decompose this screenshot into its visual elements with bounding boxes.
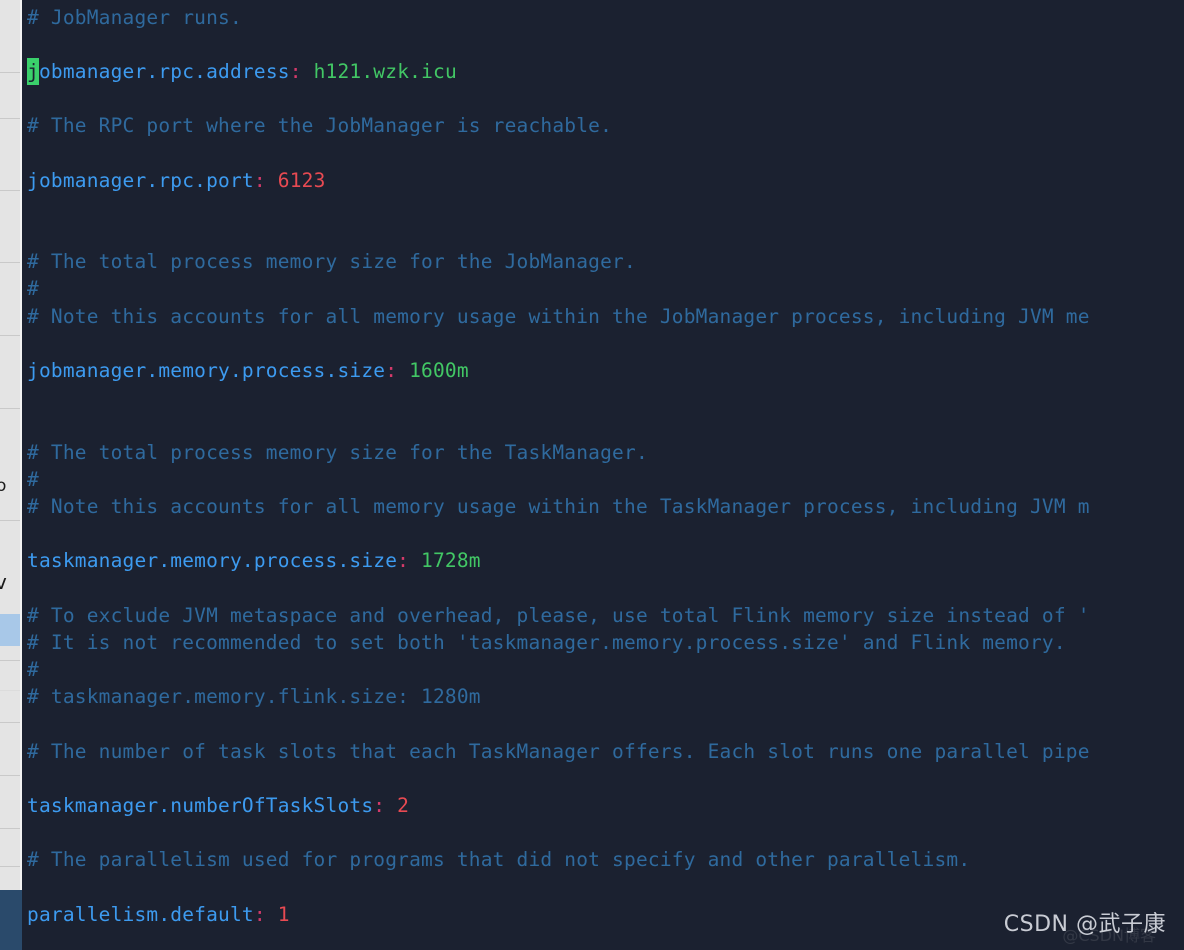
- code-line[interactable]: [27, 520, 1090, 547]
- code-line[interactable]: [27, 384, 1090, 411]
- bg-row-separator: [0, 118, 20, 119]
- bg-partial-glyph-o: o: [0, 476, 7, 496]
- bg-row-separator: [0, 190, 20, 191]
- bg-row-separator: [0, 722, 20, 723]
- bg-row-separator: [0, 335, 20, 336]
- bg-partial-glyph-v: v: [0, 570, 7, 594]
- code-line[interactable]: #: [27, 275, 1090, 302]
- code-line[interactable]: # Note this accounts for all memory usag…: [27, 303, 1090, 330]
- bg-row-separator: [0, 828, 20, 829]
- background-window[interactable]: o v: [0, 0, 20, 890]
- bg-selected-row[interactable]: [0, 614, 20, 646]
- code-line[interactable]: #: [27, 656, 1090, 683]
- code-line[interactable]: # To exclude JVM metaspace and overhead,…: [27, 602, 1090, 629]
- code-line[interactable]: [27, 874, 1090, 901]
- code-line[interactable]: taskmanager.memory.process.size: 1728m: [27, 547, 1090, 574]
- code-line[interactable]: taskmanager.numberOfTaskSlots: 2: [27, 792, 1090, 819]
- code-line[interactable]: [27, 765, 1090, 792]
- bg-row-separator: [0, 690, 20, 691]
- bg-row-separator: [0, 408, 20, 409]
- text-editor-pane[interactable]: # JobManager runs. jobmanager.rpc.addres…: [22, 0, 1184, 950]
- screen-root: o v # JobManager runs. jobmanager.rpc.ad…: [0, 0, 1184, 950]
- code-line[interactable]: [27, 330, 1090, 357]
- code-line[interactable]: # The parallelism used for programs that…: [27, 846, 1090, 873]
- code-line[interactable]: # It is not recommended to set both 'tas…: [27, 629, 1090, 656]
- code-line[interactable]: # The number of task slots that each Tas…: [27, 738, 1090, 765]
- code-line[interactable]: [27, 194, 1090, 221]
- code-line[interactable]: # Note this accounts for all memory usag…: [27, 493, 1090, 520]
- code-line[interactable]: # JobManager runs.: [27, 4, 1090, 31]
- code-line[interactable]: jobmanager.rpc.address: h121.wzk.icu: [27, 57, 1090, 86]
- bg-row-separator: [0, 262, 20, 263]
- bg-row-separator: [0, 775, 20, 776]
- code-line[interactable]: [27, 411, 1090, 438]
- code-line[interactable]: # The total process memory size for the …: [27, 439, 1090, 466]
- bg-row-separator: [0, 72, 20, 73]
- code-line[interactable]: #: [27, 466, 1090, 493]
- code-line[interactable]: jobmanager.memory.process.size: 1600m: [27, 357, 1090, 384]
- code-content[interactable]: # JobManager runs. jobmanager.rpc.addres…: [27, 4, 1090, 950]
- code-line[interactable]: parallelism.default: 1: [27, 901, 1090, 928]
- code-line[interactable]: [27, 139, 1090, 166]
- bg-row-separator: [0, 660, 20, 661]
- code-line[interactable]: # taskmanager.memory.flink.size: 1280m: [27, 683, 1090, 710]
- text-cursor: j: [27, 57, 39, 86]
- code-line[interactable]: # The total process memory size for the …: [27, 248, 1090, 275]
- code-line[interactable]: # The RPC port where the JobManager is r…: [27, 112, 1090, 139]
- csdn-watermark: CSDN @武子康: [1003, 912, 1166, 937]
- code-line[interactable]: [27, 574, 1090, 601]
- background-window-lower-panel[interactable]: [0, 890, 24, 950]
- code-line[interactable]: jobmanager.rpc.port: 6123: [27, 167, 1090, 194]
- code-line[interactable]: [27, 819, 1090, 846]
- code-line[interactable]: [27, 85, 1090, 112]
- code-line[interactable]: [27, 31, 1090, 58]
- bg-row-separator: [0, 866, 20, 867]
- code-line[interactable]: [27, 928, 1090, 950]
- bg-row-separator: [0, 520, 20, 521]
- code-line[interactable]: [27, 710, 1090, 737]
- code-line[interactable]: [27, 221, 1090, 248]
